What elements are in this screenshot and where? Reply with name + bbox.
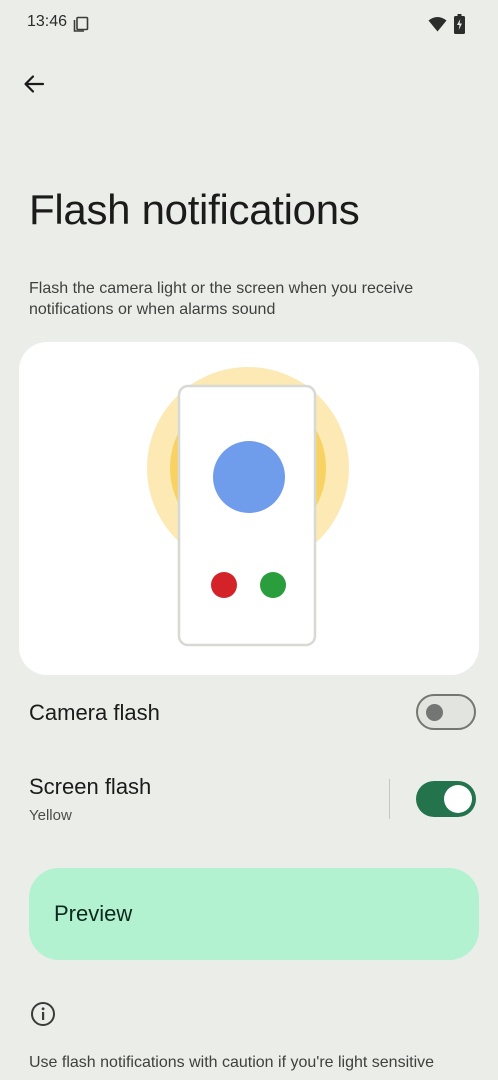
preview-button-label: Preview xyxy=(54,901,133,926)
status-bar-time: 13:46 xyxy=(27,13,68,30)
camera-flash-label: Camera flash xyxy=(29,700,160,725)
screen-flash-label: Screen flash xyxy=(29,774,152,799)
notification-blue-dot xyxy=(213,441,285,513)
row-divider xyxy=(389,779,390,819)
toggle-thumb xyxy=(426,704,443,721)
wifi-icon xyxy=(428,16,447,32)
screen-flash-summary: Yellow xyxy=(29,807,72,824)
caution-text: Use flash notifications with caution if … xyxy=(29,1054,435,1071)
toggle-thumb xyxy=(444,785,472,813)
flash-illustration xyxy=(147,367,349,647)
notification-red-dot xyxy=(211,572,237,598)
arrow-back-icon xyxy=(24,75,45,93)
flash-illustration-card xyxy=(19,342,479,675)
phone-outline xyxy=(177,384,317,647)
info-icon xyxy=(30,1001,56,1027)
page-description: Flash the camera light or the screen whe… xyxy=(29,280,414,318)
page-title: Flash notifications xyxy=(29,186,360,233)
camera-flash-toggle[interactable] xyxy=(416,694,476,730)
notification-green-dot xyxy=(260,572,286,598)
camera-flash-row[interactable]: Camera flash xyxy=(0,686,498,742)
screen-flash-toggle[interactable] xyxy=(416,781,476,817)
battery-charging-icon xyxy=(454,14,465,34)
back-button[interactable] xyxy=(14,64,54,104)
preview-button[interactable]: Preview xyxy=(29,868,479,960)
copy-icon xyxy=(73,16,89,32)
